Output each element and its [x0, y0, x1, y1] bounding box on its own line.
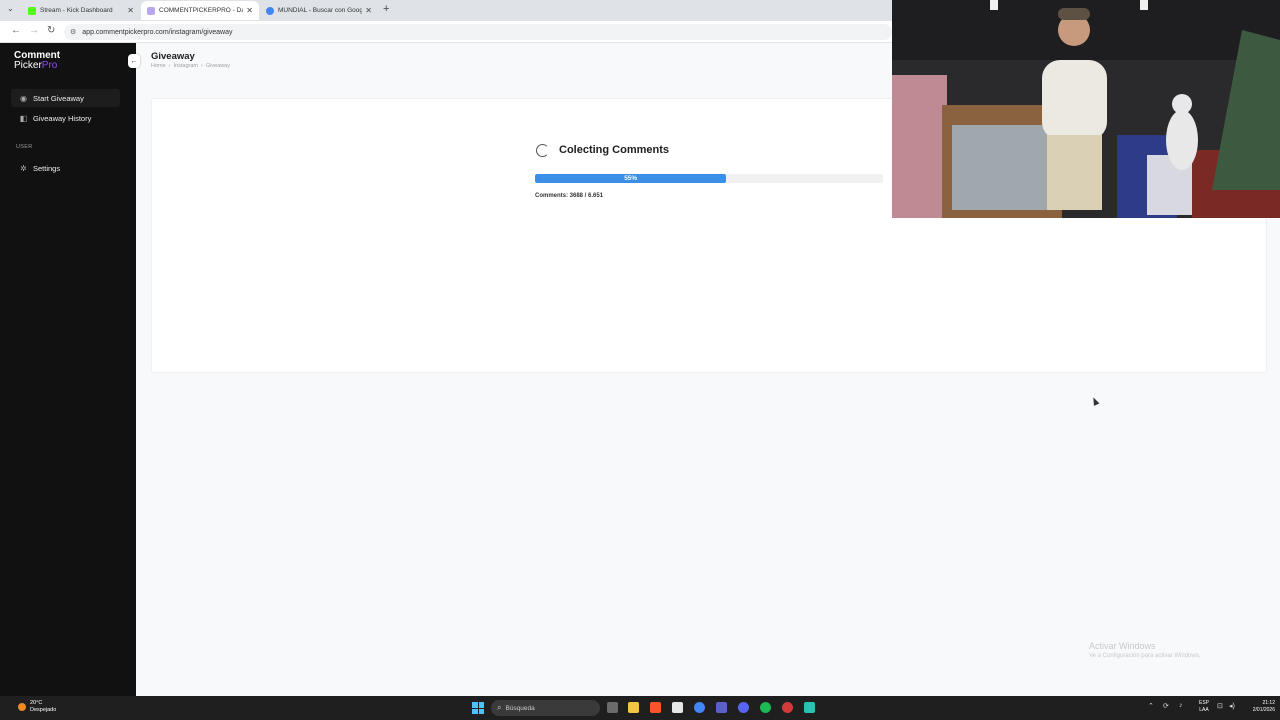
forward-button[interactable]: →	[29, 25, 39, 36]
breadcrumb: Home › Instagram › Giveaway	[151, 63, 230, 69]
file-explorer-icon[interactable]	[628, 702, 639, 713]
breadcrumb-giveaway: Giveaway	[205, 63, 230, 69]
discord-icon[interactable]	[738, 702, 749, 713]
reload-button[interactable]: ↻	[47, 25, 55, 36]
sidebar: Comment PickerPro ← ◉ Start Giveaway ◧ G…	[0, 43, 140, 696]
address-bar[interactable]: ⚙ app.commentpickerpro.com/instagram/giv…	[64, 24, 892, 40]
language-indicator[interactable]: ESP LAA	[1199, 700, 1209, 714]
system-clock[interactable]: 21:12 2/01/2026	[1245, 700, 1275, 714]
app-logo[interactable]: Comment PickerPro	[14, 51, 60, 71]
sidebar-item-label: Start Giveaway	[33, 93, 84, 103]
tab-title: MUNDIAL - Buscar con Google	[278, 7, 363, 14]
site-info-icon[interactable]: ⚙	[70, 28, 76, 36]
taskbar-search[interactable]: ⌕ Búsqueda	[491, 700, 600, 716]
url-text: app.commentpickerpro.com/instagram/givea…	[82, 28, 233, 36]
brave-browser-icon[interactable]	[650, 702, 661, 713]
page-title: Giveaway	[151, 51, 195, 62]
chrome-icon[interactable]	[694, 702, 705, 713]
windows-taskbar: 20°C Despejado ⌕ Búsqueda ⌃ ⟳ ♪ ESP LAA …	[0, 696, 1280, 720]
tray-chevron-icon[interactable]: ⌃	[1148, 702, 1154, 710]
back-button[interactable]: ←	[11, 25, 21, 36]
sun-icon	[18, 703, 26, 711]
loading-spinner-icon	[536, 144, 549, 157]
sidebar-item-start-giveaway[interactable]: ◉ Start Giveaway	[11, 89, 120, 107]
app-icon[interactable]	[782, 702, 793, 713]
sync-icon[interactable]: ⟳	[1163, 702, 1169, 710]
google-favicon-icon	[266, 6, 274, 15]
teams-icon[interactable]	[716, 702, 727, 713]
breadcrumb-separator: ›	[200, 63, 203, 69]
app-icon[interactable]	[672, 702, 683, 713]
breadcrumb-home[interactable]: Home	[151, 63, 166, 69]
history-icon: ◧	[19, 113, 28, 123]
windows-logo-icon	[472, 702, 478, 708]
webcam-image	[892, 0, 1280, 218]
microphone-icon[interactable]: ♪	[1179, 702, 1183, 709]
clock-time: 21:12	[1262, 700, 1275, 706]
tab-commentpickerpro[interactable]: COMMENTPICKERPRO - Dashb ✕	[141, 1, 259, 20]
search-placeholder: Búsqueda	[505, 704, 535, 712]
spotify-icon[interactable]	[760, 702, 771, 713]
tab-title: COMMENTPICKERPRO - Dashb	[159, 7, 244, 14]
sidebar-item-label: Settings	[33, 163, 61, 173]
tab-title: Stream - Kick Dashboard	[40, 7, 113, 14]
gear-icon: ✲	[20, 163, 27, 173]
collecting-status-title: Colecting Comments	[559, 144, 670, 156]
search-icon: ⌕	[497, 703, 502, 712]
weather-desc: Despejado	[30, 707, 57, 713]
sidebar-item-settings[interactable]: ✲ Settings	[11, 159, 120, 177]
tab-kick-dashboard[interactable]: Stream - Kick Dashboard ✕	[22, 1, 140, 20]
weather-temp: 20°C	[30, 700, 43, 706]
new-tab-button[interactable]: +	[383, 3, 389, 15]
tab-search-button[interactable]: ⌄	[7, 4, 14, 13]
watermark-subtitle: Ve a Configuración para activar Windows.	[1089, 653, 1201, 659]
kick-favicon-icon	[28, 6, 36, 15]
play-circle-icon: ◉	[20, 93, 27, 103]
logo-line-2: Picker	[14, 60, 42, 71]
sidebar-section-user: USER	[16, 144, 33, 150]
language-code: ESP	[1199, 700, 1210, 706]
clock-date: 2/01/2026	[1252, 707, 1275, 713]
sidebar-item-giveaway-history[interactable]: ◧ Giveaway History	[11, 109, 120, 127]
commentpicker-favicon-icon	[147, 6, 155, 15]
progress-fill: 55%	[535, 174, 727, 183]
close-tab-icon[interactable]: ✕	[127, 6, 134, 15]
weather-widget[interactable]: 20°C Despejado	[18, 700, 56, 714]
breadcrumb-instagram[interactable]: Instagram	[174, 63, 198, 69]
collapse-sidebar-button[interactable]: ←	[128, 54, 140, 68]
volume-icon[interactable]: ◂)	[1229, 702, 1235, 710]
logo-pro: Pro	[41, 60, 58, 71]
close-tab-icon[interactable]: ✕	[365, 6, 372, 15]
close-tab-icon[interactable]: ✕	[246, 6, 253, 15]
sidebar-item-label: Giveaway History	[33, 113, 92, 123]
network-icon[interactable]: ⊡	[1217, 702, 1223, 710]
webcam-overlay	[892, 0, 1280, 218]
watermark-title: Activar Windows	[1089, 641, 1156, 651]
comments-count: Comments: 3688 / 6.651	[535, 193, 604, 199]
activate-windows-watermark: Activar Windows Ve a Configuración para …	[1089, 641, 1200, 659]
task-view-icon[interactable]	[607, 702, 618, 713]
progress-bar: 55%	[535, 174, 883, 183]
start-button[interactable]	[472, 702, 484, 714]
keyboard-layout: LAA	[1199, 707, 1209, 713]
breadcrumb-separator: ›	[168, 63, 171, 69]
app-icon[interactable]	[804, 702, 815, 713]
mouse-cursor	[1090, 396, 1100, 406]
tab-google-search[interactable]: MUNDIAL - Buscar con Google ✕	[260, 1, 378, 20]
